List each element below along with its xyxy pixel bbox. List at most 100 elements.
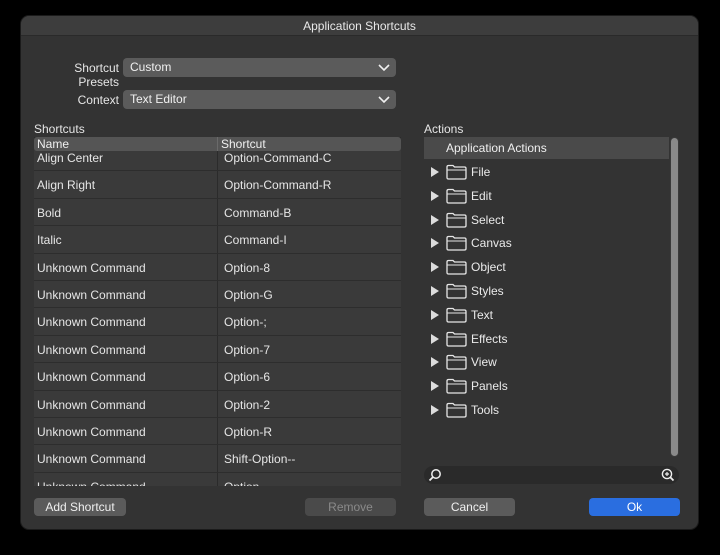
row-name: Unknown Command xyxy=(37,342,146,357)
folder-icon xyxy=(446,379,467,394)
table-row[interactable]: Unknown Command Option-; xyxy=(34,308,401,336)
tree-item-select[interactable]: Select xyxy=(424,210,669,230)
ok-button[interactable]: Ok xyxy=(589,498,680,516)
folder-icon xyxy=(446,188,467,204)
tree-item-label: Tools xyxy=(471,403,500,417)
table-row[interactable]: Unknown Command Option-- xyxy=(34,472,401,486)
table-row[interactable]: Unknown Command Option-2 xyxy=(34,390,401,418)
tree-item-edit[interactable]: Edit xyxy=(424,186,669,206)
folder-icon xyxy=(446,402,467,418)
tree-item-label: Panels xyxy=(471,379,508,394)
row-shortcut: Option-G xyxy=(224,287,273,302)
column-divider xyxy=(217,390,218,417)
table-row[interactable]: Unknown Command Shift-Option-- xyxy=(34,445,401,473)
table-row[interactable]: Unknown Command Option-7 xyxy=(34,335,401,364)
shortcuts-label: Shortcuts xyxy=(34,122,85,136)
tree-header-application-actions[interactable]: Application Actions xyxy=(424,137,669,159)
actions-label: Actions xyxy=(424,122,464,136)
disclosure-triangle-icon[interactable] xyxy=(431,238,439,249)
actions-scrollbar[interactable] xyxy=(670,137,679,457)
table-row[interactable]: Unknown Command Option-G xyxy=(34,280,401,309)
row-name: Align Center xyxy=(37,151,104,165)
add-shortcut-button[interactable]: Add Shortcut xyxy=(34,498,126,516)
disclosure-triangle-icon[interactable] xyxy=(431,167,439,177)
folder-icon xyxy=(446,331,467,347)
disclosure-triangle-icon[interactable] xyxy=(431,214,439,225)
column-divider xyxy=(217,335,218,363)
row-shortcut: Option-7 xyxy=(224,342,271,357)
column-header-shortcut[interactable]: Shortcut xyxy=(221,137,266,151)
tree-item-styles[interactable]: Styles xyxy=(424,281,669,301)
actions-search-field[interactable] xyxy=(424,466,679,484)
row-name: Unknown Command xyxy=(37,370,146,385)
column-divider xyxy=(217,417,218,445)
zoom-search-icon[interactable] xyxy=(661,468,675,482)
tree-item-object[interactable]: Object xyxy=(424,257,669,277)
row-shortcut: Command-I xyxy=(224,233,287,248)
shortcuts-table[interactable]: Name Shortcut Align Center Option-Command… xyxy=(34,137,401,486)
tree-item-label: Effects xyxy=(471,331,508,346)
row-shortcut: Option-Command-R xyxy=(224,178,332,193)
row-shortcut: Option-6 xyxy=(224,370,271,385)
tree-item-label: Object xyxy=(471,260,506,275)
table-row[interactable]: Align Right Option-Command-R xyxy=(34,171,401,199)
disclosure-triangle-icon[interactable] xyxy=(431,286,439,296)
row-name: Unknown Command xyxy=(37,315,146,330)
folder-icon xyxy=(446,212,467,228)
tree-item-label: File xyxy=(471,165,491,179)
tree-item-tools[interactable]: Tools xyxy=(424,400,669,420)
row-name: Bold xyxy=(37,205,62,220)
cancel-button[interactable]: Cancel xyxy=(424,498,515,516)
tree-item-file[interactable]: File xyxy=(424,162,669,182)
tree-item-label: Edit xyxy=(471,188,492,203)
row-name: Unknown Command xyxy=(37,424,146,439)
table-row[interactable]: Unknown Command Option-R xyxy=(34,417,401,446)
tree-item-canvas[interactable]: Canvas xyxy=(424,233,669,253)
row-name: Align Right xyxy=(37,178,96,193)
tree-item-label: Canvas xyxy=(471,236,512,251)
column-divider xyxy=(217,137,218,151)
table-row[interactable]: Italic Command-I xyxy=(34,226,401,254)
row-shortcut: Option-8 xyxy=(224,260,271,275)
row-shortcut: Option-R xyxy=(224,424,273,439)
tree-item-text[interactable]: Text xyxy=(424,305,669,325)
column-divider xyxy=(217,171,218,198)
column-divider xyxy=(217,226,218,253)
column-divider xyxy=(217,253,218,280)
table-header: Name Shortcut xyxy=(34,137,401,151)
actions-tree[interactable]: Application Actions File Edit Select Canvas… xyxy=(424,137,669,457)
folder-icon xyxy=(446,355,467,371)
disclosure-triangle-icon[interactable] xyxy=(431,381,439,392)
disclosure-triangle-icon[interactable] xyxy=(431,190,439,201)
context-popup[interactable]: Text Editor xyxy=(123,90,396,109)
row-shortcut: Shift-Option-- xyxy=(224,452,296,467)
table-row[interactable]: Unknown Command Option-8 xyxy=(34,253,401,281)
disclosure-triangle-icon[interactable] xyxy=(431,262,439,273)
table-row[interactable]: Unknown Command Option-6 xyxy=(34,363,401,391)
remove-button[interactable]: Remove xyxy=(305,498,396,516)
disclosure-triangle-icon[interactable] xyxy=(431,309,439,320)
row-name: Unknown Command xyxy=(37,287,146,302)
disclosure-triangle-icon[interactable] xyxy=(431,357,439,368)
tree-item-effects[interactable]: Effects xyxy=(424,329,669,349)
row-name: Unknown Command xyxy=(37,480,146,486)
folder-icon xyxy=(446,283,467,299)
column-header-name[interactable]: Name xyxy=(37,137,69,151)
folder-icon xyxy=(446,164,467,180)
disclosure-triangle-icon[interactable] xyxy=(431,333,439,344)
tree-item-view[interactable]: View xyxy=(424,352,669,372)
chevron-down-icon xyxy=(378,96,390,104)
tree-item-label: View xyxy=(471,355,497,370)
table-row[interactable]: Bold Command-B xyxy=(34,198,401,227)
tree-item-panels[interactable]: Panels xyxy=(424,376,669,396)
row-name: Italic xyxy=(37,233,62,248)
search-input[interactable] xyxy=(444,467,654,483)
column-divider xyxy=(217,198,218,226)
column-divider xyxy=(217,472,218,486)
disclosure-triangle-icon[interactable] xyxy=(431,405,439,415)
presets-popup[interactable]: Custom xyxy=(123,58,396,77)
application-shortcuts-dialog: Application Shortcuts Shortcut Presets C… xyxy=(21,16,698,529)
row-shortcut: Command-B xyxy=(224,205,292,220)
scrollbar-thumb[interactable] xyxy=(671,138,678,456)
row-shortcut: Option-- xyxy=(224,480,267,486)
